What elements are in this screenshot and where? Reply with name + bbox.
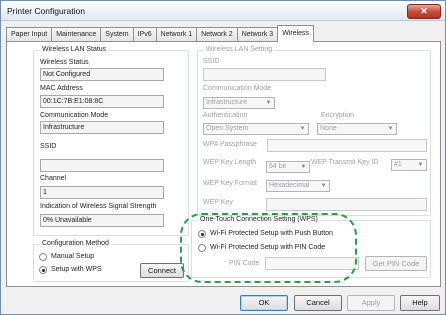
setup-with-wps-radio[interactable] [39, 266, 47, 274]
encryption-select-value: None [320, 125, 337, 132]
window-title: Printer Configuration [7, 6, 85, 16]
channel-field: 1 [40, 186, 164, 199]
tab-strip: Paper Input Maintenance System IPv6 Netw… [6, 25, 315, 42]
tab-maintenance[interactable]: Maintenance [51, 27, 102, 42]
mac-address-field: 00:1C:7B:E1:08:8C [40, 95, 164, 108]
wep-key-input[interactable] [266, 198, 427, 211]
push-button-radio[interactable] [198, 230, 206, 238]
wep-key-length-label: WEP Key Length [203, 159, 257, 166]
manual-setup-radio[interactable] [39, 253, 47, 261]
comm-mode-setting-label: Communication Mode [203, 85, 272, 92]
tab-wireless[interactable]: Wireless [277, 25, 315, 42]
comm-mode-select[interactable]: Infrastructure ▼ [203, 97, 275, 109]
wireless-lan-status-title: Wireless LAN Status [40, 46, 109, 53]
manual-setup-label: Manual Setup [51, 253, 95, 260]
wireless-lan-setting-title: Wireless LAN Setting [204, 46, 275, 53]
encryption-label: Encryption [321, 112, 355, 119]
chevron-down-icon: ▼ [299, 126, 306, 132]
comm-mode-status-field: Infrastructure [40, 121, 164, 134]
ssid-setting-input[interactable] [203, 68, 326, 81]
pin-code-option-label: Wi-Fi Protected Setup with PIN Code [210, 244, 326, 251]
wep-transmit-key-label: WEP Transmit Key ID [311, 159, 379, 166]
tab-network-2[interactable]: Network 2 [196, 27, 238, 42]
channel-label: Channel [40, 175, 67, 182]
push-button-label: Wi-Fi Protected Setup with Push Button [210, 230, 333, 237]
wep-key-label: WEP Key [203, 199, 233, 206]
tab-paper-input[interactable]: Paper Input [6, 27, 53, 42]
pin-code-radio[interactable] [198, 244, 206, 252]
authentication-select-value: Open System [206, 125, 249, 132]
tab-network-3[interactable]: Network 3 [236, 27, 279, 42]
mac-address-label: MAC Address [40, 85, 83, 92]
ssid-setting-label: SSID [203, 58, 220, 65]
tab-ipv6[interactable]: IPv6 [132, 27, 157, 42]
title-bar: Printer Configuration ✕ [1, 1, 445, 21]
help-button[interactable]: Help [400, 295, 440, 311]
wpa-passphrase-input[interactable] [267, 139, 427, 152]
wireless-status-label: Wireless Status [40, 59, 89, 66]
pin-code-label: PIN Code [229, 260, 260, 267]
chevron-down-icon: ▼ [387, 126, 394, 132]
get-pin-code-button[interactable]: Get PIN Code [365, 256, 427, 271]
connect-button[interactable]: Connect [140, 263, 184, 278]
authentication-select[interactable]: Open System ▼ [203, 123, 309, 135]
setup-with-wps-label: Setup with WPS [51, 266, 102, 273]
ssid-status-field [40, 159, 164, 172]
chevron-down-icon: ▼ [417, 162, 424, 168]
wep-key-length-select[interactable]: 64 bit ▼ [266, 161, 310, 173]
chevron-down-icon: ▼ [265, 100, 272, 106]
wps-group-title: One-Touch Connection Setting (WPS) [198, 216, 320, 223]
close-icon[interactable]: ✕ [407, 4, 441, 19]
tab-network-1[interactable]: Network 1 [155, 27, 198, 42]
tab-system[interactable]: System [100, 27, 134, 42]
wep-key-format-value: Hexadecimal [269, 182, 310, 189]
printer-configuration-window: Printer Configuration ✕ Paper Input Main… [0, 0, 446, 315]
wep-key-format-select[interactable]: Hexadecimal ▼ [266, 180, 330, 192]
signal-strength-field: 0% Unavailable [40, 214, 164, 227]
chevron-down-icon: ▼ [300, 164, 307, 170]
comm-mode-select-value: Infrastructure [206, 99, 248, 106]
cancel-button[interactable]: Cancel [294, 295, 342, 311]
wep-transmit-key-select[interactable]: #1 ▼ [391, 159, 427, 171]
apply-button[interactable]: Apply [347, 295, 395, 311]
wireless-tab-panel: Wireless LAN Status Wireless Status Not … [6, 41, 441, 287]
chevron-down-icon: ▼ [320, 183, 327, 189]
comm-mode-status-label: Communication Mode [40, 112, 109, 119]
wep-key-format-label: WEP Key Format [203, 180, 257, 187]
wep-transmit-key-value: #1 [394, 161, 402, 168]
wpa-passphrase-label: WPA Passphrase [203, 141, 257, 148]
ssid-status-label: SSID [40, 143, 57, 150]
encryption-select[interactable]: None ▼ [317, 123, 397, 135]
ok-button[interactable]: OK [240, 295, 288, 311]
configuration-method-title: Configuration Method [40, 240, 111, 247]
wep-key-length-value: 64 bit [269, 163, 287, 170]
wireless-status-field: Not Configured [40, 68, 164, 81]
authentication-label: Authentication [203, 112, 248, 119]
pin-code-input[interactable] [265, 257, 359, 270]
signal-strength-label: Indication of Wireless Signal Strength [40, 203, 157, 210]
